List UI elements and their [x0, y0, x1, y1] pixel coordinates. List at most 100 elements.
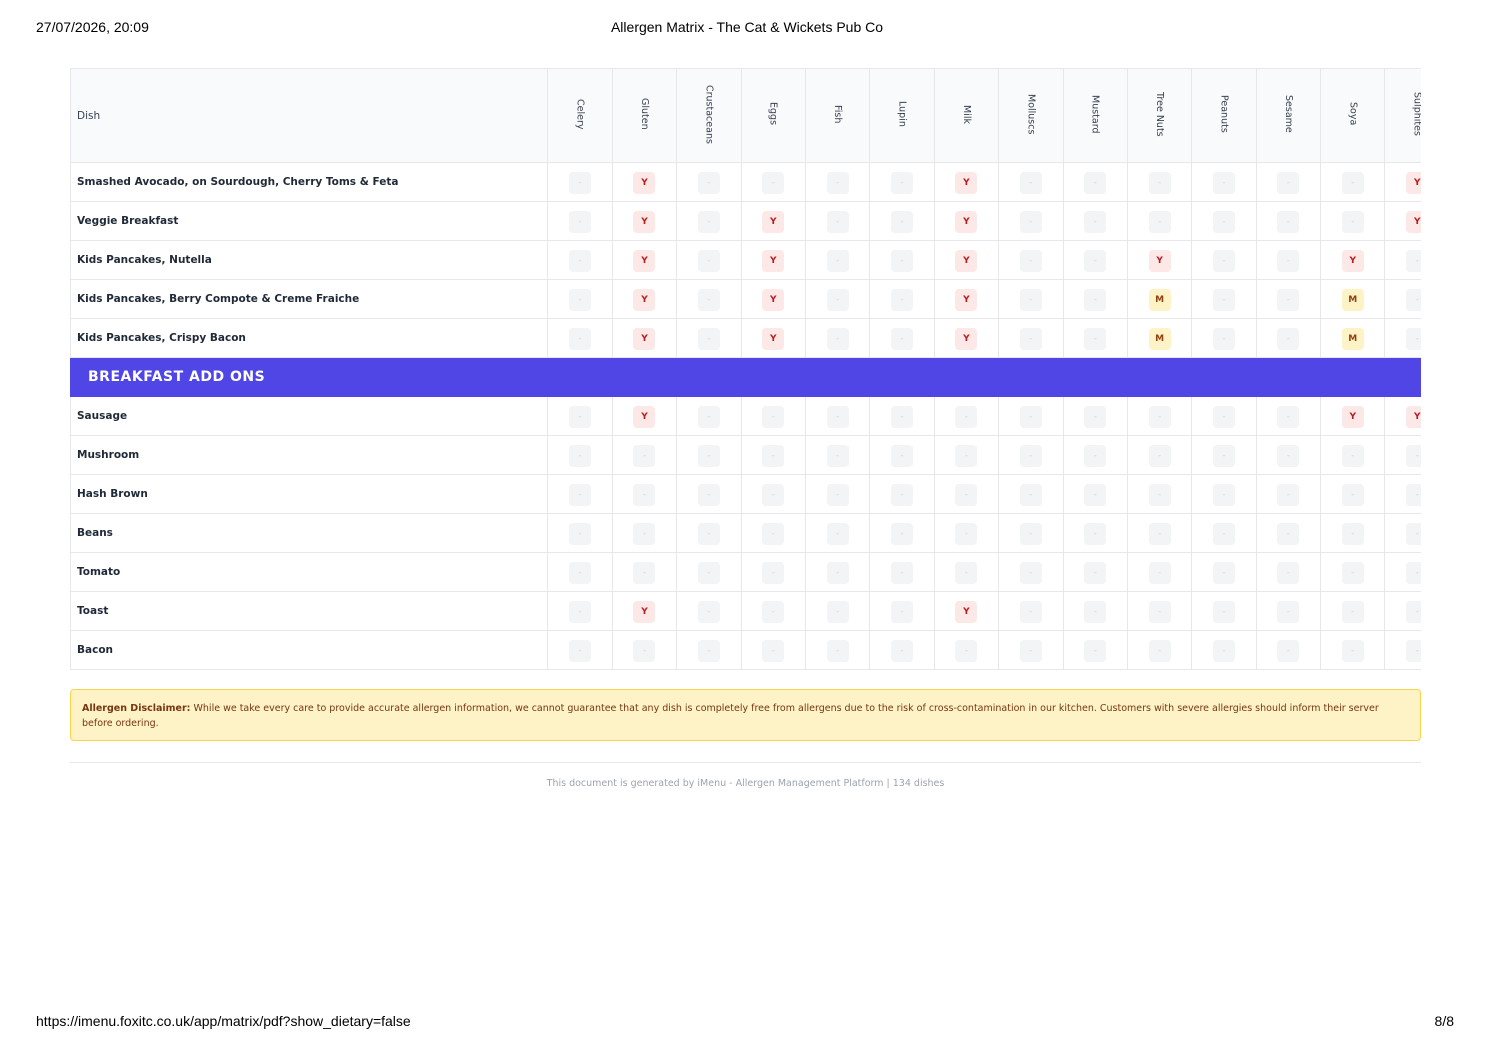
- allergen-cell: Y: [740, 279, 806, 319]
- allergen-absent-badge: -: [955, 523, 978, 545]
- allergen-cell: Y: [611, 201, 678, 241]
- allergen-absent-badge: -: [569, 445, 592, 467]
- allergen-cell: -: [1191, 396, 1257, 436]
- allergen-cell: -: [998, 552, 1064, 592]
- allergen-cell: -: [1062, 201, 1128, 241]
- allergen-cell: -: [869, 513, 935, 553]
- allergen-absent-badge: -: [697, 601, 720, 623]
- allergen-absent-badge: -: [697, 445, 720, 467]
- allergen-cell: -: [1320, 552, 1386, 592]
- table-row: Bacon - - - - - - - - - - - - - -: [70, 630, 1421, 670]
- allergen-header-fish: Fish: [804, 68, 871, 163]
- allergen-contains-badge: Y: [955, 250, 978, 272]
- allergen-cell: -: [1126, 201, 1193, 241]
- allergen-absent-badge: -: [697, 250, 720, 272]
- allergen-absent-badge: -: [1148, 211, 1171, 233]
- allergen-cell: -: [1191, 435, 1257, 475]
- allergen-absent-badge: -: [762, 562, 785, 584]
- allergen-cell: M: [1320, 318, 1386, 358]
- allergen-cell: -: [804, 240, 871, 280]
- allergen-cell: -: [1320, 162, 1386, 202]
- allergen-absent-badge: -: [697, 484, 720, 506]
- allergen-absent-badge: -: [1341, 562, 1364, 584]
- allergen-contains-badge: Y: [633, 406, 656, 428]
- allergen-absent-badge: -: [1406, 445, 1421, 467]
- allergen-absent-badge: -: [1019, 601, 1042, 623]
- allergen-contains-badge: Y: [1406, 211, 1421, 233]
- dish-column-header: Dish: [70, 68, 549, 163]
- allergen-cell: -: [1255, 552, 1322, 592]
- allergen-absent-badge: -: [569, 250, 592, 272]
- allergen-contains-badge: Y: [1341, 406, 1364, 428]
- allergen-absent-badge: -: [826, 406, 849, 428]
- allergen-absent-badge: -: [1212, 445, 1235, 467]
- allergen-absent-badge: -: [1019, 289, 1042, 311]
- allergen-header-label: Soya: [1347, 102, 1359, 126]
- allergen-cell: -: [869, 552, 935, 592]
- allergen-cell: -: [1126, 552, 1193, 592]
- allergen-absent-badge: -: [697, 289, 720, 311]
- allergen-absent-badge: -: [762, 640, 785, 662]
- allergen-absent-badge: -: [762, 484, 785, 506]
- allergen-header-tree-nuts: Tree Nuts: [1126, 68, 1193, 163]
- allergen-header-label: Fish: [832, 104, 844, 124]
- allergen-absent-badge: -: [891, 640, 914, 662]
- print-title: Allergen Matrix - The Cat & Wickets Pub …: [610, 19, 884, 35]
- allergen-cell: -: [676, 279, 742, 319]
- allergen-cell: -: [1255, 435, 1322, 475]
- allergen-cell: -: [1255, 279, 1322, 319]
- allergen-cell: -: [998, 240, 1064, 280]
- table-row: Sausage - Y - - - - - - - - - - Y Y: [70, 396, 1421, 436]
- allergen-contains-badge: Y: [1406, 406, 1421, 428]
- allergen-absent-badge: -: [1084, 445, 1107, 467]
- dish-name: Beans: [70, 513, 549, 553]
- allergen-cell: -: [547, 162, 613, 202]
- allergen-absent-badge: -: [1212, 211, 1235, 233]
- allergen-absent-badge: -: [1084, 640, 1107, 662]
- allergen-absent-badge: -: [826, 484, 849, 506]
- allergen-disclaimer: Allergen Disclaimer: While we take every…: [70, 689, 1421, 741]
- allergen-cell: -: [933, 474, 1000, 514]
- allergen-cell: -: [1062, 162, 1128, 202]
- allergen-header-gluten: Gluten: [611, 68, 678, 163]
- allergen-header-label: Crustaceans: [703, 84, 715, 144]
- allergen-cell: -: [740, 630, 806, 670]
- allergen-absent-badge: -: [826, 289, 849, 311]
- table-row: Mushroom - - - - - - - - - - - - - -: [70, 435, 1421, 475]
- allergen-absent-badge: -: [569, 172, 592, 194]
- allergen-contains-badge: Y: [955, 289, 978, 311]
- allergen-cell: -: [676, 474, 742, 514]
- allergen-cell: Y: [1320, 396, 1386, 436]
- allergen-absent-badge: -: [1212, 172, 1235, 194]
- allergen-cell: -: [676, 240, 742, 280]
- allergen-header-soya: Soya: [1320, 68, 1386, 163]
- allergen-absent-badge: -: [955, 406, 978, 428]
- allergen-cell: -: [1384, 435, 1421, 475]
- allergen-cell: Y: [1384, 201, 1421, 241]
- allergen-absent-badge: -: [1277, 172, 1300, 194]
- allergen-absent-badge: -: [697, 328, 720, 350]
- allergen-absent-badge: -: [1406, 562, 1421, 584]
- allergen-absent-badge: -: [1019, 328, 1042, 350]
- allergen-contains-badge: Y: [762, 328, 785, 350]
- allergen-absent-badge: -: [1148, 484, 1171, 506]
- allergen-cell: -: [869, 591, 935, 631]
- allergen-cell: -: [998, 279, 1064, 319]
- dish-name: Sausage: [70, 396, 549, 436]
- allergen-absent-badge: -: [1019, 172, 1042, 194]
- allergen-absent-badge: -: [1148, 562, 1171, 584]
- allergen-cell: -: [1191, 201, 1257, 241]
- allergen-cell: Y: [1126, 240, 1193, 280]
- allergen-cell: -: [1255, 630, 1322, 670]
- section-header-row: BREAKFAST ADD ONS: [70, 357, 1421, 397]
- allergen-absent-badge: -: [1212, 523, 1235, 545]
- dish-name: Smashed Avocado, on Sourdough, Cherry To…: [70, 162, 549, 202]
- allergen-absent-badge: -: [1406, 328, 1421, 350]
- allergen-absent-badge: -: [569, 406, 592, 428]
- allergen-cell: -: [869, 240, 935, 280]
- table-row: Hash Brown - - - - - - - - - - - - - -: [70, 474, 1421, 514]
- allergen-cell: Y: [933, 318, 1000, 358]
- dish-name: Kids Pancakes, Crispy Bacon: [70, 318, 549, 358]
- allergen-cell: -: [1191, 591, 1257, 631]
- allergen-absent-badge: -: [1406, 640, 1421, 662]
